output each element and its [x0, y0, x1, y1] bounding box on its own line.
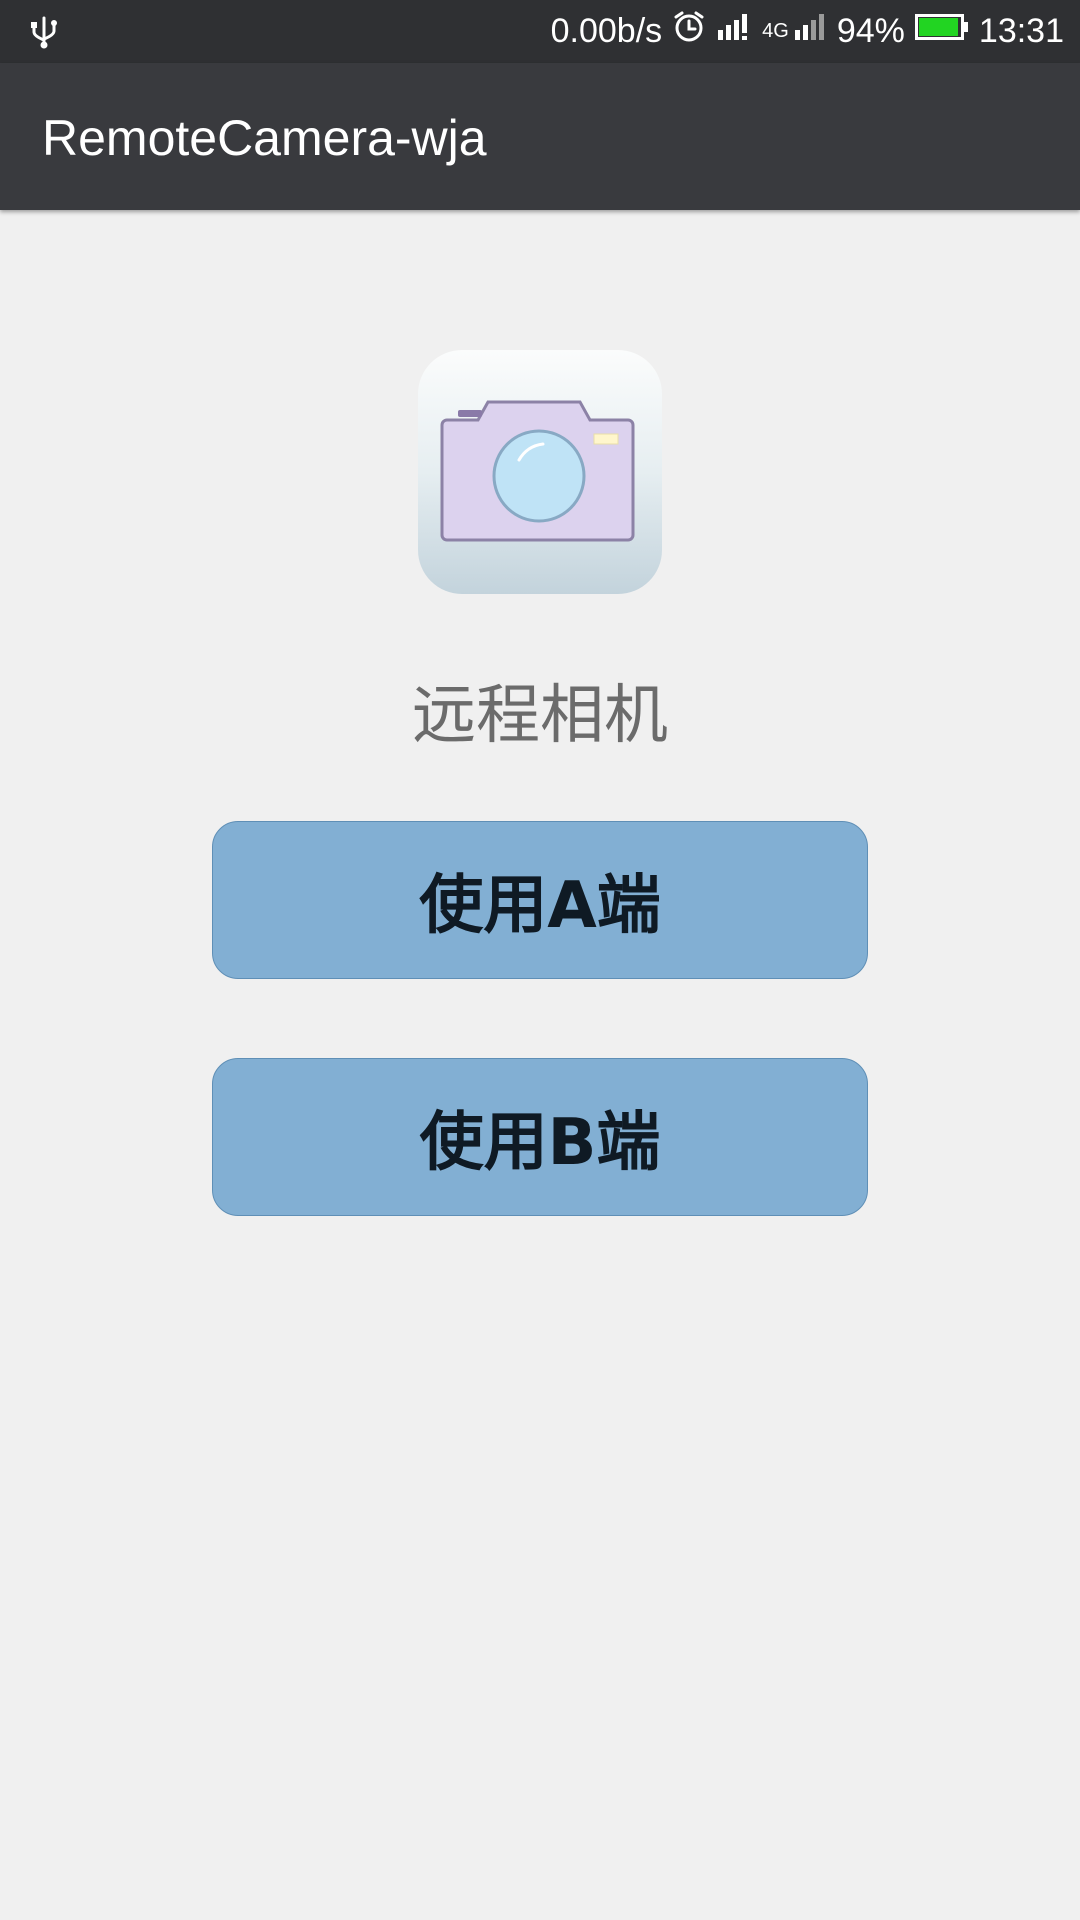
use-side-a-button[interactable]: 使用A端	[212, 821, 868, 979]
app-title: RemoteCamera-wja	[42, 110, 487, 166]
status-bar: 0.00b/s 4G 94% 13:31	[0, 0, 1080, 63]
battery-icon	[914, 12, 969, 51]
clock: 13:31	[978, 12, 1064, 50]
app-name: 远程相机	[412, 679, 668, 753]
battery-percent: 94%	[836, 12, 905, 50]
app-bar: RemoteCamera-wja	[0, 63, 1080, 210]
camera-icon	[416, 348, 664, 596]
signal-icon	[716, 12, 752, 51]
status-indicators: 0.00b/s 4G 94% 13:31	[551, 0, 1064, 63]
network-speed: 0.00b/s	[550, 12, 663, 50]
network-type: 4G	[762, 20, 789, 42]
signal-4g-icon	[793, 12, 827, 51]
alarm-icon	[672, 10, 706, 53]
use-side-b-button[interactable]: 使用B端	[212, 1058, 868, 1216]
usb-icon	[28, 14, 60, 50]
